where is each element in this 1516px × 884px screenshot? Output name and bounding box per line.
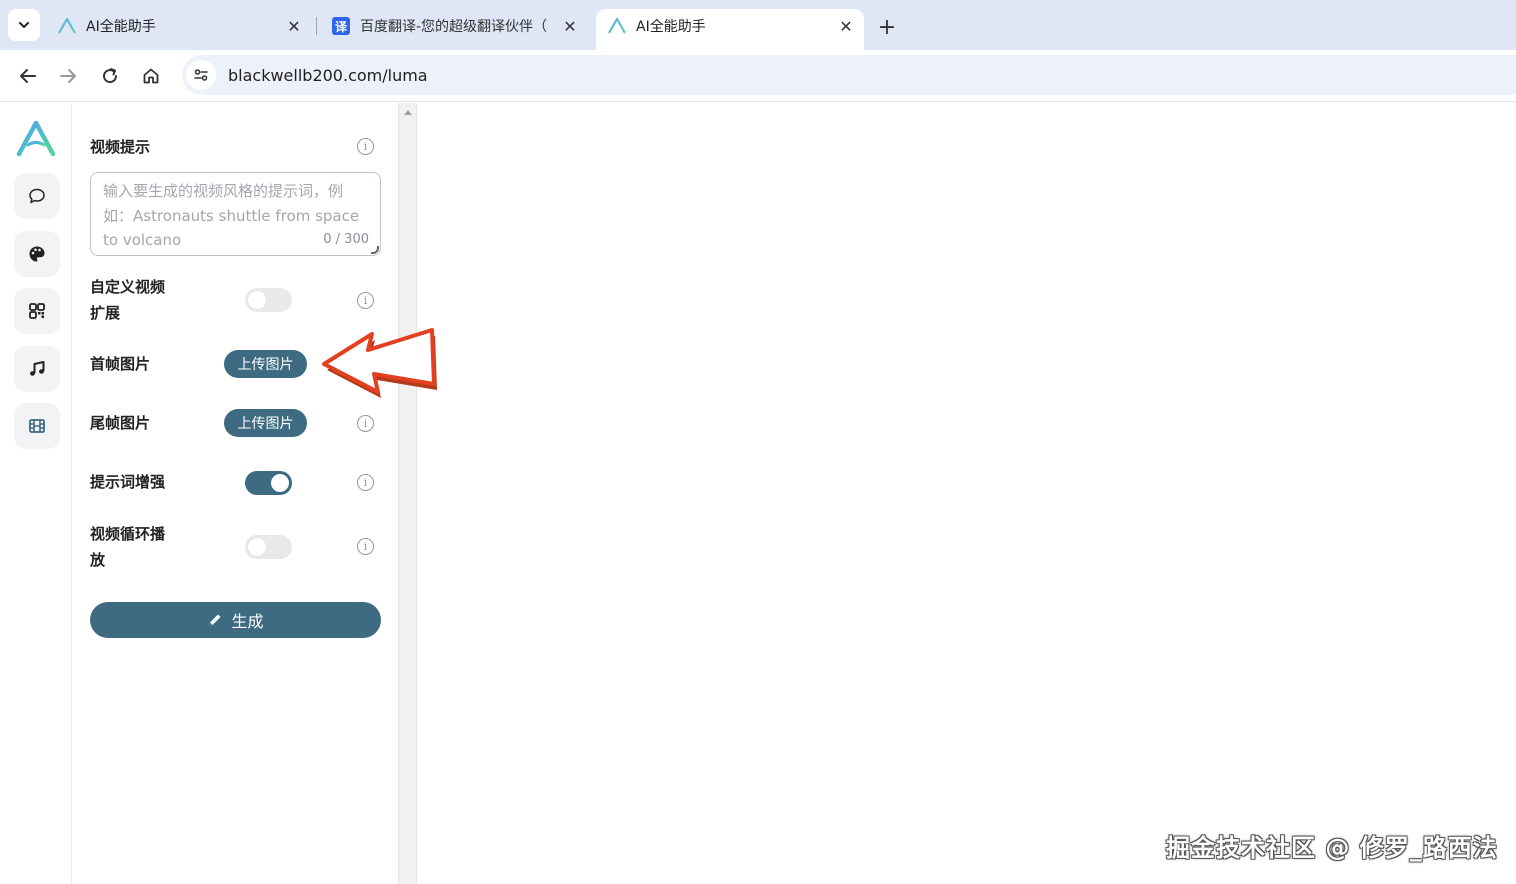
arrow-left-icon (20, 69, 36, 83)
tab-title: AI全能助手 (86, 19, 156, 35)
chevron-down-icon (19, 22, 29, 28)
app-sidebar (0, 103, 72, 884)
resize-handle[interactable] (371, 246, 379, 254)
luma-logo-icon (58, 17, 76, 35)
url-text: blackwellb200.com/luma (228, 65, 428, 85)
video-loop-toggle[interactable] (245, 535, 292, 559)
address-bar[interactable]: blackwellb200.com/luma (182, 55, 1516, 95)
scroll-up-arrow-icon[interactable] (404, 110, 412, 115)
tab-search-button[interactable] (8, 9, 40, 41)
main-content-area (418, 103, 1516, 884)
last-frame-label: 尾帧图片 (90, 414, 151, 432)
prompt-enhance-toggle[interactable] (245, 471, 292, 495)
browser-toolbar: blackwellb200.com/luma (0, 50, 1516, 102)
info-icon[interactable]: i (357, 474, 374, 491)
prompt-enhance-label: 提示词增强 (90, 473, 166, 491)
tab-ai-assistant-1[interactable]: AI全能助手 ✕ (46, 9, 312, 43)
panel-scrollbar[interactable] (398, 103, 417, 884)
plus-icon: + (877, 14, 897, 40)
reload-icon (103, 68, 118, 84)
back-button[interactable] (12, 60, 44, 92)
prompt-char-counter: 0 / 300 (323, 231, 369, 247)
video-loop-label: 视频循环播 放 (90, 525, 166, 569)
upload-first-frame-button[interactable]: 上传图片 (224, 350, 307, 378)
info-icon[interactable]: i (357, 538, 374, 555)
home-icon (143, 68, 159, 84)
forward-button[interactable] (52, 60, 84, 92)
chat-bubble-icon (29, 188, 45, 204)
first-frame-label: 首帧图片 (90, 355, 151, 373)
close-icon[interactable]: ✕ (282, 14, 306, 38)
qr-grid-icon (29, 303, 45, 319)
toggle-knob (248, 538, 266, 556)
pencil-icon (207, 612, 223, 628)
tab-strip: AI全能助手 ✕ 译 百度翻译-您的超级翻译伙伴（ ✕ AI全能助手 ✕ + (0, 0, 1516, 50)
tab-title: AI全能助手 (636, 19, 706, 35)
luma-logo-icon (608, 17, 626, 35)
prompt-placeholder: 输入要生成的视频风格的提示词，例如：Astronauts shuttle fro… (103, 182, 360, 249)
sidebar-item-apps[interactable] (14, 288, 60, 334)
generate-button[interactable]: 生成 (90, 602, 381, 638)
toggle-knob (248, 291, 266, 309)
watermark-text: 掘金技术社区 @ 修罗_路西法 (1166, 834, 1498, 862)
upload-last-frame-button[interactable]: 上传图片 (224, 409, 307, 437)
sidebar-item-painting[interactable] (14, 231, 60, 277)
close-icon[interactable]: ✕ (834, 14, 858, 38)
site-info-icon[interactable] (186, 60, 216, 90)
custom-extend-toggle[interactable] (245, 288, 292, 312)
tab-ai-assistant-active[interactable]: AI全能助手 ✕ (596, 9, 864, 50)
video-prompt-label: 视频提示 (90, 138, 151, 156)
info-icon[interactable]: i (357, 138, 374, 155)
video-settings-panel: 视频提示 i 输入要生成的视频风格的提示词，例如：Astronauts shut… (72, 103, 398, 884)
video-prompt-input[interactable]: 输入要生成的视频风格的提示词，例如：Astronauts shuttle fro… (90, 172, 381, 256)
sidebar-item-music[interactable] (14, 346, 60, 392)
music-note-icon (30, 361, 45, 376)
reload-button[interactable] (94, 60, 126, 92)
annotation-arrow-icon (322, 328, 437, 398)
app-logo-icon (16, 119, 56, 157)
palette-icon (29, 246, 45, 262)
baidu-translate-icon: 译 (332, 17, 350, 35)
home-button[interactable] (135, 60, 167, 92)
generate-label: 生成 (231, 612, 264, 631)
tab-baidu-translate[interactable]: 译 百度翻译-您的超级翻译伙伴（ ✕ (320, 9, 588, 43)
info-icon[interactable]: i (357, 415, 374, 432)
sidebar-item-chat[interactable] (14, 173, 60, 219)
toggle-knob (271, 474, 289, 492)
sidebar-item-video[interactable] (14, 403, 60, 449)
arrow-right-icon (60, 69, 76, 83)
custom-extend-label: 自定义视频 扩展 (90, 278, 166, 322)
close-icon[interactable]: ✕ (558, 14, 582, 38)
tab-separator (316, 17, 317, 35)
tab-title: 百度翻译-您的超级翻译伙伴（ (360, 19, 548, 35)
film-icon (29, 419, 45, 433)
info-icon[interactable]: i (357, 292, 374, 309)
new-tab-button[interactable]: + (873, 13, 901, 41)
